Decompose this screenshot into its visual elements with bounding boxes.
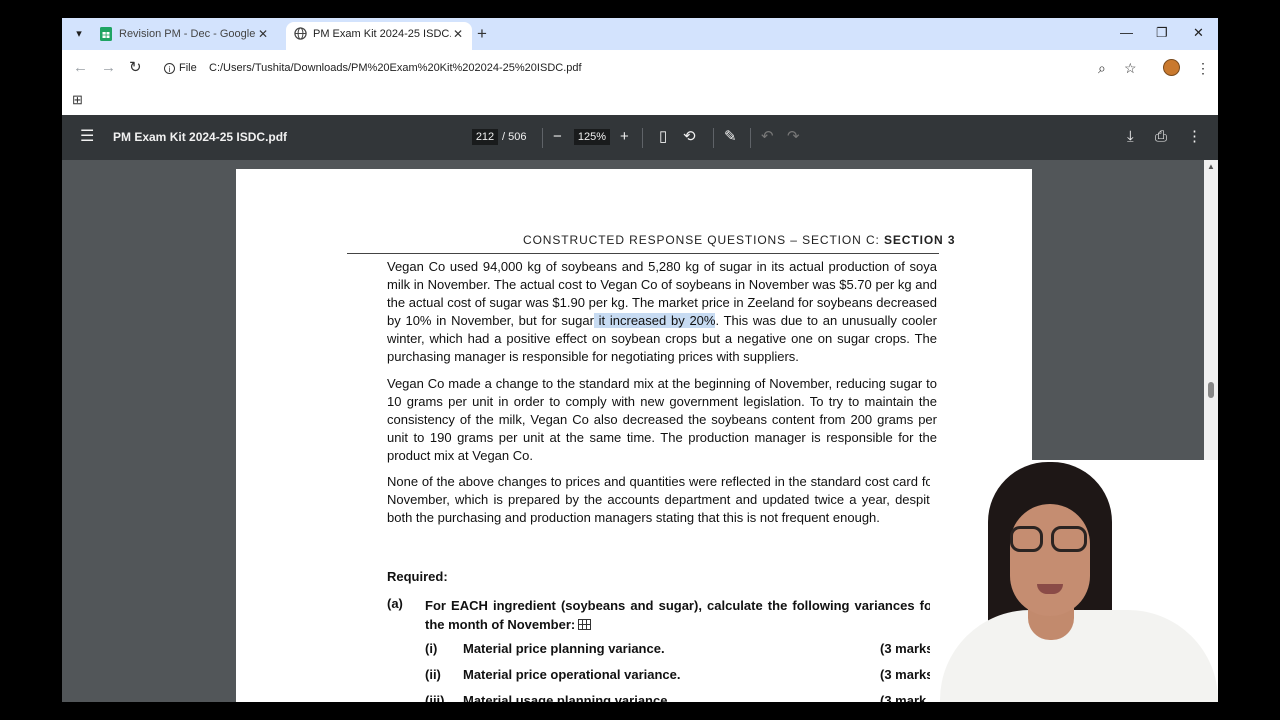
tab-title: PM Exam Kit 2024-25 ISDC.pdf [313,28,451,40]
avatar[interactable] [1163,59,1180,76]
close-icon[interactable]: ✕ [453,22,463,46]
tab-search-dropdown-icon[interactable]: ▾ [70,25,88,43]
pdf-page: CONSTRUCTED RESPONSE QUESTIONS – SECTION… [236,169,1032,702]
tab-title: Revision PM - Dec - Google She [119,28,255,40]
toolbar-divider [542,128,543,148]
pdf-title: PM Exam Kit 2024-25 ISDC.pdf [113,130,288,144]
site-info-label: File [179,62,197,74]
bookmarks-bar: ⊞ [62,86,1218,114]
globe-icon [294,27,307,40]
back-button[interactable]: ← [73,58,88,78]
close-window-button[interactable]: ✕ [1193,23,1204,43]
tab-revision-pm[interactable]: Revision PM - Dec - Google She ✕ [92,22,277,50]
fit-page-icon[interactable]: ▯ [659,127,667,147]
pdf-toolbar: ☰ PM Exam Kit 2024-25 ISDC.pdf 212 / 506… [62,115,1218,160]
zoom-icon[interactable]: ⌕ [1098,58,1106,78]
toolbar-divider [642,128,643,148]
sub-item-text: Material usage planning variance. [463,693,672,702]
toolbar-divider [713,128,714,148]
section-header-bold: SECTION 3 [883,233,956,247]
sub-item-text: Material price planning variance. [463,641,665,656]
forward-button[interactable]: → [101,58,116,78]
section-header-text: CONSTRUCTED RESPONSE QUESTIONS – SECTION… [523,233,884,247]
scroll-up-icon[interactable]: ▲ [1207,162,1215,171]
zoom-input[interactable]: 125% [574,129,610,145]
presenter-face [1010,504,1090,616]
undo-icon[interactable]: ↶ [761,127,774,147]
more-options-icon[interactable]: ⋮ [1187,127,1202,147]
more-menu-icon[interactable]: ⋮ [1196,58,1210,78]
hamburger-menu-icon[interactable]: ☰ [80,127,94,147]
table-grid-icon [578,619,592,630]
scroll-thumb[interactable] [1208,382,1214,398]
zoom-in-button[interactable]: + [620,127,629,147]
paragraph-2: Vegan Co made a change to the standard m… [387,376,937,463]
restore-button[interactable]: ❐ [1156,23,1168,43]
site-info-chip[interactable]: i File [164,60,197,76]
sub-item-number: (ii) [425,667,441,682]
presenter-shirt [940,610,1218,702]
download-icon[interactable]: ⤓ [1127,127,1134,147]
presenter-webcam [930,460,1218,702]
paragraph-1: Vegan Co used 94,000 kg of soybeans and … [387,258,937,366]
page-total: / 506 [502,131,527,143]
question-text: For EACH ingredient (soybeans and sugar)… [425,598,937,632]
glasses-icon [1051,526,1087,552]
rotate-icon[interactable]: ⟲ [683,127,696,147]
url-text[interactable]: C:/Users/Tushita/Downloads/PM%20Exam%20K… [209,60,582,76]
minimize-button[interactable]: — [1120,23,1133,43]
info-icon: i [164,63,175,74]
sub-item-marks: (3 marks [880,667,934,682]
glasses-icon [1010,526,1043,552]
question-a-label: (a) [387,596,403,611]
reload-button[interactable]: ↻ [129,58,142,78]
address-bar[interactable]: i File C:/Users/Tushita/Downloads/PM%20Ex… [156,54,1168,82]
page-number-input[interactable]: 212 [472,129,498,145]
tab-strip: ▾ Revision PM - Dec - Google She ✕ PM Ex… [62,18,1218,50]
tab-pm-exam-kit[interactable]: PM Exam Kit 2024-25 ISDC.pdf ✕ [286,22,472,50]
highlighted-selection: it increased by 20% [593,313,716,328]
close-icon[interactable]: ✕ [258,22,268,46]
apps-grid-icon[interactable]: ⊞ [72,92,83,108]
sub-item-text: Material price operational variance. [463,667,681,682]
new-tab-button[interactable]: + [477,24,487,44]
required-label: Required: [387,569,448,584]
redo-icon[interactable]: ↷ [787,127,800,147]
browser-toolbar: ← → ↻ i File C:/Users/Tushita/Downloads/P… [62,50,1218,86]
sub-item-number: (iii) [425,693,445,702]
annotate-pen-icon[interactable]: ✎ [724,127,737,147]
section-header: CONSTRUCTED RESPONSE QUESTIONS – SECTION… [523,233,955,247]
header-rule [347,253,939,254]
sub-item-number: (i) [425,641,438,656]
sub-item-marks: (3 mark [880,693,927,702]
print-icon[interactable]: ⎙ [1155,127,1167,147]
question-a-text: For EACH ingredient (soybeans and sugar)… [425,596,937,634]
paragraph-3: None of the above changes to prices and … [387,474,937,525]
google-sheets-icon [100,27,112,41]
zoom-out-button[interactable]: − [553,127,562,147]
bookmark-star-icon[interactable]: ☆ [1124,58,1137,78]
toolbar-divider [750,128,751,148]
